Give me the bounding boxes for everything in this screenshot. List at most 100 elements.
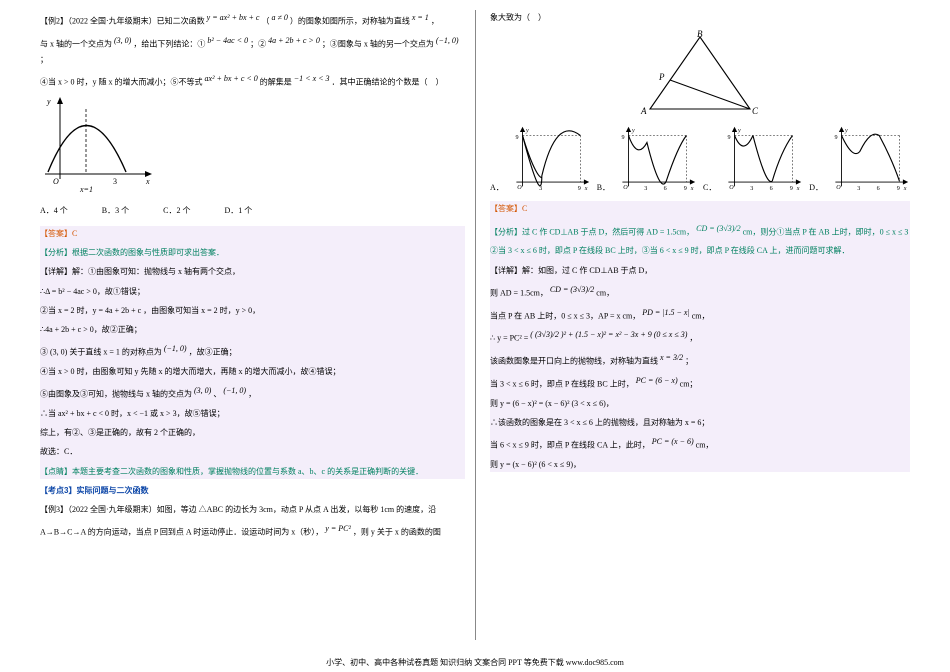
- answer-block-right: 【答案】C 【分析】过 C 作 CD⊥AB 于点 D，然后可得 AD = 1.5…: [490, 201, 910, 472]
- analysis-r2: ②当 3 < x ≤ 6 时，即点 P 在线段 BC 上时，③当 6 < x ≤…: [490, 243, 910, 258]
- text: ）的图象如图所示，对称轴为直线: [290, 17, 410, 26]
- text: ，给出下列结论：①: [133, 40, 205, 49]
- detail-7: ⑤由图象及③可知，抛物线与 x 轴的交点为 (3, 0) 、 (−1, 0) ，: [40, 383, 465, 402]
- tip-label: 【点睛】本题主要考查二次函数的图象和性质，掌握抛物线的位置与系数 a、b、c 的…: [40, 464, 465, 479]
- text: ③ (3, 0) 关于直线 x = 1 的对称点为: [40, 348, 164, 357]
- opt-b-chart: 9 3 6 9 O x y: [618, 125, 697, 195]
- concl2: 4a + 2b + c > 0: [268, 36, 322, 45]
- text: 当点 P 在 AB 上时，0 ≤ x ≤ 3，AP = x cm，: [490, 311, 640, 320]
- pc1: PC = (6 − x): [636, 376, 680, 385]
- ineq: ax² + bx + c < 0: [205, 74, 258, 83]
- text: 【例2】（2022 全国·九年级期末）已知二次函数: [40, 17, 207, 26]
- svg-text:3: 3: [751, 186, 754, 192]
- text: cm；: [680, 380, 698, 389]
- opt-d-label: D．: [809, 180, 823, 195]
- opt-b: B．3 个: [102, 203, 129, 218]
- text: 、: [213, 390, 221, 399]
- detail-1: 【详解】解：①由图象可知：抛物线与 x 轴有两个交点，: [40, 264, 465, 279]
- svg-text:y: y: [844, 128, 848, 134]
- answer-label: 【答案】C: [40, 226, 465, 241]
- svg-text:9: 9: [515, 135, 518, 141]
- pc2: PC = (x − 6): [652, 437, 696, 446]
- frac: CD = (3√3)/2: [696, 224, 742, 233]
- detail-r2: 当点 P 在 AB 上时，0 ≤ x ≤ 3，AP = x cm， PD = |…: [490, 305, 910, 324]
- detail-r6: 则 y = (6 − x)² = (x − 6)² (3 < x ≤ 6)，: [490, 396, 910, 411]
- text: ，则 y 关于 x 的函数的图: [353, 528, 441, 537]
- svg-text:9: 9: [622, 135, 625, 141]
- pt: (−1, 0): [223, 386, 248, 395]
- text: 当 6 < x ≤ 9 时，即点 P 在线段 CA 上，此时，: [490, 441, 650, 450]
- detail-r0: 【详解】解：如图，过 C 作 CD⊥AB 于点 D，: [490, 263, 910, 278]
- detail-r5: 当 3 < x ≤ 6 时，即点 P 在线段 BC 上时， PC = (6 − …: [490, 373, 910, 392]
- math-expr: y = ax² + bx + c: [207, 13, 260, 22]
- column-right: 象大致为（ ） B A C P A．: [475, 10, 910, 640]
- svg-text:O: O: [730, 185, 735, 191]
- math-axis: x = 1: [412, 13, 431, 22]
- triangle-figure: B A C P: [635, 29, 765, 119]
- pt: (−1, 0): [164, 344, 189, 353]
- pd: PD = |1.5 − x|: [642, 308, 691, 317]
- sol: −1 < x < 3: [294, 74, 330, 83]
- analysis-label: 【分析】根据二次函数的图象与性质即可求出答案．: [40, 245, 465, 260]
- text: ④当 x > 0 时，y 随 x 的增大而减小；⑤不等式: [40, 78, 205, 87]
- text: （: [261, 17, 269, 26]
- ex2-line3: ④当 x > 0 时，y 随 x 的增大而减小；⑤不等式 ax² + bx + …: [40, 71, 465, 90]
- detail-r1: 则 AD = 1.5cm， CD = (3√3)/2 cm，: [490, 282, 910, 301]
- text: ；②: [250, 40, 266, 49]
- math-cond: a ≠ 0: [271, 13, 289, 22]
- opt-c-label: C．: [703, 180, 716, 195]
- text: A→B→C→A 的方向运动，当点 P 回到点 A 时运动停止．设运动时间为 x（…: [40, 528, 323, 537]
- detail-4: ∴4a + 2b + c > 0，故②正确；: [40, 322, 465, 337]
- text: ；: [685, 357, 693, 366]
- detail-10: 故选：C．: [40, 444, 465, 459]
- opt-d-chart: 9 3 6 9 O x y: [831, 125, 910, 195]
- svg-text:3: 3: [857, 186, 860, 192]
- svg-text:y: y: [525, 128, 529, 134]
- text: cm，则分①当点 P 在 AB 上时，即时，0 ≤ x ≤ 3: [743, 227, 909, 236]
- label-A: A: [640, 106, 647, 116]
- detail-r3: ∴ y = PC² = ( (3√3)/2 )² + (1.5 − x)² = …: [490, 327, 910, 346]
- detail-5: ③ (3, 0) 关于直线 x = 1 的对称点为 (−1, 0) ，故③正确；: [40, 341, 465, 360]
- svg-text:6: 6: [770, 186, 773, 192]
- detail-r4: 该函数图象是开口向上的抛物线，对称轴为直线 x = 3/2 ；: [490, 350, 910, 369]
- opt-c-chart: 9 3 6 9 O x y: [724, 125, 803, 195]
- svg-text:9: 9: [684, 186, 687, 192]
- text: cm，: [596, 288, 614, 297]
- text: ⑤由图象及③可知，抛物线与 x 轴的交点为: [40, 390, 194, 399]
- ex3-options: A． 9 3 9 O x y B．: [490, 125, 910, 195]
- pt: (3, 0): [194, 386, 213, 395]
- text: cm，: [692, 311, 710, 320]
- yexpr: ( (3√3)/2 )² + (1.5 − x)² = x² − 3x + 9 …: [530, 330, 687, 339]
- opt-b-label: B．: [597, 180, 610, 195]
- text: 当 3 < x ≤ 6 时，即点 P 在线段 BC 上时，: [490, 380, 634, 389]
- concl1: b² − 4ac < 0: [207, 36, 250, 45]
- text: 则 AD = 1.5cm，: [490, 288, 548, 297]
- text: 【分析】过 C 作 CD⊥AB 于点 D，然后可得 AD = 1.5cm，: [490, 227, 694, 236]
- svg-text:3: 3: [113, 177, 117, 186]
- svg-text:x: x: [584, 186, 588, 192]
- pt1: (3, 0): [114, 36, 133, 45]
- svg-text:6: 6: [877, 186, 880, 192]
- svg-text:O: O: [623, 185, 628, 191]
- ex3-cont: 象大致为（ ）: [490, 10, 910, 25]
- ex3-line2: A→B→C→A 的方向运动，当点 P 回到点 A 时运动停止．设运动时间为 x（…: [40, 521, 465, 540]
- svg-text:3: 3: [539, 186, 542, 192]
- text: 与 x 轴的一个交点为: [40, 40, 114, 49]
- svg-text:O: O: [836, 185, 841, 191]
- label-B: B: [697, 29, 703, 39]
- answer-label-r: 【答案】C: [490, 201, 910, 216]
- svg-text:x: x: [796, 186, 800, 192]
- svg-text:x: x: [690, 186, 694, 192]
- svg-text:9: 9: [578, 186, 581, 192]
- text: 该函数图象是开口向上的抛物线，对称轴为直线: [490, 357, 658, 366]
- text: ∴ y = PC² =: [490, 334, 530, 343]
- frac: CD = (3√3)/2: [550, 285, 596, 294]
- pt2: (−1, 0): [436, 36, 459, 45]
- svg-text:y: y: [631, 128, 635, 134]
- svg-text:x: x: [903, 186, 907, 192]
- text: ．其中正确结论的个数是（ ）: [332, 78, 444, 87]
- text: ，: [248, 390, 256, 399]
- detail-8: ∴当 ax² + bx + c < 0 时，x < −1 或 x > 3，故⑤错…: [40, 406, 465, 421]
- detail-9: 综上，有②、③是正确的，故有 2 个正确的，: [40, 425, 465, 440]
- opt-a: A．4 个: [40, 203, 68, 218]
